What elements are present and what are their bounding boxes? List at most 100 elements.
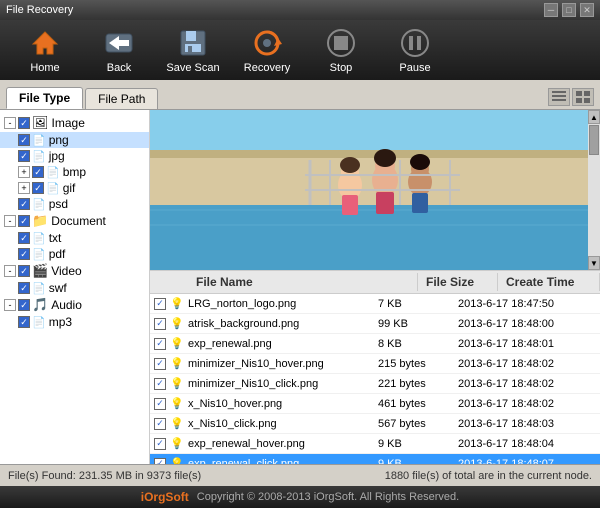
maximize-button[interactable]: □ <box>562 3 576 17</box>
tree-item-gif[interactable]: + ✓ 📄 gif <box>0 180 149 196</box>
file-checkbox-1[interactable]: ✓ <box>150 318 170 330</box>
file-chk-7[interactable]: ✓ <box>154 438 166 450</box>
file-chk-5[interactable]: ✓ <box>154 398 166 410</box>
file-row[interactable]: ✓ 💡 atrisk_background.png 99 KB 2013-6-1… <box>150 314 600 334</box>
file-checkbox-6[interactable]: ✓ <box>150 418 170 430</box>
save-scan-button[interactable]: Save Scan <box>158 23 228 77</box>
file-date-4: 2013-6-17 18:48:02 <box>458 378 600 390</box>
file-checkbox-7[interactable]: ✓ <box>150 438 170 450</box>
pause-button[interactable]: Pause <box>380 23 450 77</box>
file-row[interactable]: ✓ 💡 x_Nis10_hover.png 461 bytes 2013-6-1… <box>150 394 600 414</box>
file-row[interactable]: ✓ 💡 LRG_norton_logo.png 7 KB 2013-6-17 1… <box>150 294 600 314</box>
stop-button[interactable]: Stop <box>306 23 376 77</box>
preview-scrollbar: ▲ ▼ <box>588 110 600 270</box>
checkbox-mp3[interactable]: ✓ <box>18 316 30 328</box>
file-chk-3[interactable]: ✓ <box>154 358 166 370</box>
file-chk-6[interactable]: ✓ <box>154 418 166 430</box>
file-chk-4[interactable]: ✓ <box>154 378 166 390</box>
stop-icon <box>325 27 357 59</box>
minimize-button[interactable]: ─ <box>544 3 558 17</box>
status-left: File(s) Found: 231.35 MB in 9373 file(s) <box>8 470 201 482</box>
file-checkbox-8[interactable]: ✓ <box>150 458 170 465</box>
expand-gif[interactable]: + <box>18 182 30 194</box>
recovery-button[interactable]: Recovery <box>232 23 302 77</box>
tree-item-mp3[interactable]: ✓ 📄 mp3 <box>0 314 149 330</box>
list-view-button[interactable] <box>548 88 570 106</box>
file-checkbox-3[interactable]: ✓ <box>150 358 170 370</box>
checkbox-bmp[interactable]: ✓ <box>32 166 44 178</box>
tree-label-bmp: bmp <box>63 165 86 179</box>
checkbox-video[interactable]: ✓ <box>18 265 30 277</box>
file-row[interactable]: ✓ 💡 exp_renewal_click.png 9 KB 2013-6-17… <box>150 454 600 464</box>
expand-document[interactable]: - <box>4 215 16 227</box>
tab-file-type[interactable]: File Type <box>6 87 83 109</box>
tree-item-jpg[interactable]: ✓ 📄 jpg <box>0 148 149 164</box>
tree-item-image[interactable]: - ✓ 🖼 Image <box>0 114 149 132</box>
tree-item-swf[interactable]: ✓ 📄 swf <box>0 280 149 296</box>
home-button[interactable]: Home <box>10 23 80 77</box>
column-header-date[interactable]: Create Time <box>498 273 600 291</box>
column-header-size[interactable]: File Size <box>418 273 498 291</box>
file-row[interactable]: ✓ 💡 exp_renewal_hover.png 9 KB 2013-6-17… <box>150 434 600 454</box>
file-chk-2[interactable]: ✓ <box>154 338 166 350</box>
expand-bmp[interactable]: + <box>18 166 30 178</box>
checkbox-jpg[interactable]: ✓ <box>18 150 30 162</box>
file-date-7: 2013-6-17 18:48:04 <box>458 438 600 450</box>
close-button[interactable]: ✕ <box>580 3 594 17</box>
file-name-8: exp_renewal_click.png <box>188 458 378 465</box>
expand-video[interactable]: - <box>4 265 16 277</box>
checkbox-swf[interactable]: ✓ <box>18 282 30 294</box>
recovery-icon <box>251 27 283 59</box>
tree-item-psd[interactable]: ✓ 📄 psd <box>0 196 149 212</box>
file-list-header: File Name File Size Create Time <box>150 270 600 294</box>
status-bar: File(s) Found: 231.35 MB in 9373 file(s)… <box>0 464 600 486</box>
file-chk-0[interactable]: ✓ <box>154 298 166 310</box>
column-header-name[interactable]: File Name <box>188 273 418 291</box>
checkbox-gif[interactable]: ✓ <box>32 182 44 194</box>
tree-item-audio[interactable]: - ✓ 🎵 Audio <box>0 296 149 314</box>
tree-item-png[interactable]: ✓ 📄 png <box>0 132 149 148</box>
checkbox-png[interactable]: ✓ <box>18 134 30 146</box>
file-chk-8[interactable]: ✓ <box>154 458 166 465</box>
file-row[interactable]: ✓ 💡 x_Nis10_click.png 567 bytes 2013-6-1… <box>150 414 600 434</box>
file-row[interactable]: ✓ 💡 minimizer_Nis10_hover.png 215 bytes … <box>150 354 600 374</box>
expand-audio[interactable]: - <box>4 299 16 311</box>
file-type-icon-6: 💡 <box>170 417 188 430</box>
file-checkbox-0[interactable]: ✓ <box>150 298 170 310</box>
tree-item-document[interactable]: - ✓ 📁 Document <box>0 212 149 230</box>
file-row[interactable]: ✓ 💡 exp_renewal.png 8 KB 2013-6-17 18:48… <box>150 334 600 354</box>
scroll-thumb[interactable] <box>589 125 599 155</box>
file-checkbox-4[interactable]: ✓ <box>150 378 170 390</box>
checkbox-audio[interactable]: ✓ <box>18 299 30 311</box>
file-size-2: 8 KB <box>378 338 458 350</box>
expand-image[interactable]: - <box>4 117 16 129</box>
file-size-3: 215 bytes <box>378 358 458 370</box>
checkbox-txt[interactable]: ✓ <box>18 232 30 244</box>
back-button[interactable]: Back <box>84 23 154 77</box>
file-icon-bmp: 📄 <box>46 166 60 179</box>
grid-view-button[interactable] <box>572 88 594 106</box>
file-type-icon-3: 💡 <box>170 357 188 370</box>
tab-file-path[interactable]: File Path <box>85 88 158 109</box>
checkbox-document[interactable]: ✓ <box>18 215 30 227</box>
scroll-up-button[interactable]: ▲ <box>588 110 600 124</box>
scroll-down-button[interactable]: ▼ <box>588 256 600 270</box>
tree-item-bmp[interactable]: + ✓ 📄 bmp <box>0 164 149 180</box>
file-size-1: 99 KB <box>378 318 458 330</box>
preview-area: ▲ ▼ <box>150 110 600 270</box>
tree-item-txt[interactable]: ✓ 📄 txt <box>0 230 149 246</box>
file-name-1: atrisk_background.png <box>188 318 378 330</box>
folder-icon-audio: 🎵 <box>32 297 48 313</box>
tree-label-audio: Audio <box>51 298 82 312</box>
file-checkbox-5[interactable]: ✓ <box>150 398 170 410</box>
tree-item-video[interactable]: - ✓ 🎬 Video <box>0 262 149 280</box>
file-checkbox-2[interactable]: ✓ <box>150 338 170 350</box>
checkbox-image[interactable]: ✓ <box>18 117 30 129</box>
tree-item-pdf[interactable]: ✓ 📄 pdf <box>0 246 149 262</box>
file-date-8: 2013-6-17 18:48:07 <box>458 458 600 465</box>
checkbox-psd[interactable]: ✓ <box>18 198 30 210</box>
checkbox-pdf[interactable]: ✓ <box>18 248 30 260</box>
file-row[interactable]: ✓ 💡 minimizer_Nis10_click.png 221 bytes … <box>150 374 600 394</box>
file-chk-1[interactable]: ✓ <box>154 318 166 330</box>
file-size-4: 221 bytes <box>378 378 458 390</box>
